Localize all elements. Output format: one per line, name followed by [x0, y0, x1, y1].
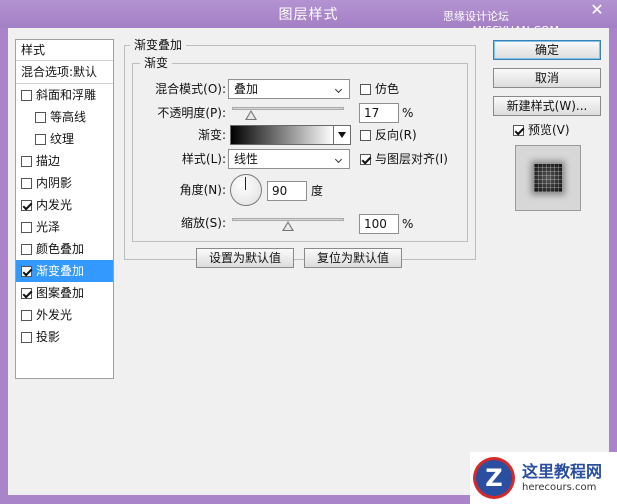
opacity-unit: %: [402, 106, 414, 120]
checkbox-icon[interactable]: [21, 200, 32, 211]
style-item[interactable]: 内发光: [16, 194, 113, 216]
angle-unit: 度: [311, 184, 324, 198]
checkbox-icon: [360, 130, 371, 141]
chevron-down-icon: [335, 150, 345, 168]
style-item-label: 纹理: [50, 132, 75, 146]
styles-list: 样式 混合选项:默认 斜面和浮雕等高线纹理描边内阴影内发光光泽颜色叠加渐变叠加图…: [15, 39, 114, 379]
checkbox-icon: [360, 154, 371, 165]
preview-image: [534, 164, 562, 192]
checkbox-icon[interactable]: [21, 310, 32, 321]
blend-mode-value: 叠加: [234, 82, 259, 96]
checkbox-icon[interactable]: [35, 112, 46, 123]
gradient-subgroup-title: 渐变: [140, 56, 173, 70]
checkbox-icon[interactable]: [21, 222, 32, 233]
align-with-layer-label: 与图层对齐(I): [375, 152, 448, 166]
style-value: 线性: [234, 152, 259, 166]
gradient-label: 渐变:: [197, 128, 226, 142]
style-item-label: 斜面和浮雕: [36, 88, 97, 102]
site-logo: Z 这里教程网 herecours.com: [470, 452, 617, 504]
style-item-label: 光泽: [36, 220, 61, 234]
make-default-button[interactable]: 设置为默认值: [196, 248, 294, 268]
style-item[interactable]: 投影: [16, 326, 113, 348]
style-item[interactable]: 渐变叠加: [16, 260, 113, 282]
gradient-preview-swatch[interactable]: [230, 125, 334, 145]
angle-label: 角度(N):: [179, 183, 226, 197]
reverse-label: 反向(R): [375, 128, 417, 142]
logo-name: 这里教程网: [522, 462, 603, 481]
checkbox-icon[interactable]: [21, 266, 32, 277]
checkbox-icon[interactable]: [21, 90, 32, 101]
checkbox-icon: [360, 84, 371, 95]
checkbox-icon[interactable]: [35, 134, 46, 145]
style-preview-thumbnail: [515, 145, 581, 211]
checkbox-icon: [513, 125, 524, 136]
opacity-label: 不透明度(P):: [157, 106, 226, 120]
blend-options-item[interactable]: 混合选项:默认: [16, 61, 113, 84]
styles-header[interactable]: 样式: [16, 40, 113, 61]
style-label: 样式(L):: [181, 152, 226, 166]
style-item-label: 描边: [36, 154, 61, 168]
dither-checkbox[interactable]: 仿色: [360, 79, 399, 99]
style-item-label: 外发光: [36, 308, 73, 322]
style-item-label: 渐变叠加: [36, 264, 85, 278]
opacity-slider-thumb[interactable]: [245, 110, 258, 120]
style-item-label: 内发光: [36, 198, 73, 212]
blend-mode-select[interactable]: 叠加: [228, 79, 350, 99]
checkbox-icon[interactable]: [21, 156, 32, 167]
align-with-layer-checkbox[interactable]: 与图层对齐(I): [360, 149, 448, 169]
cancel-button[interactable]: 取消: [493, 68, 601, 88]
logo-mark: Z: [476, 460, 512, 496]
style-item[interactable]: 斜面和浮雕: [16, 84, 113, 106]
new-style-button[interactable]: 新建样式(W)...: [493, 96, 601, 116]
title-bar[interactable]: 图层样式 思缘设计论坛 www.MISSYUAN.COM ✕: [0, 0, 617, 37]
angle-input[interactable]: 90: [267, 181, 307, 201]
close-icon[interactable]: ✕: [586, 0, 608, 20]
scale-label: 缩放(S):: [180, 216, 226, 230]
logo-url: herecours.com: [522, 482, 597, 493]
reverse-checkbox[interactable]: 反向(R): [360, 125, 417, 145]
style-item[interactable]: 等高线: [16, 106, 113, 128]
style-item[interactable]: 外发光: [16, 304, 113, 326]
blend-mode-label: 混合模式(O):: [155, 82, 226, 96]
chevron-down-icon: [335, 80, 345, 98]
style-item-label: 内阴影: [36, 176, 73, 190]
style-item-label: 投影: [36, 330, 61, 344]
gradient-overlay-title: 渐变叠加: [130, 38, 187, 52]
style-item[interactable]: 内阴影: [16, 172, 113, 194]
style-item[interactable]: 描边: [16, 150, 113, 172]
style-item[interactable]: 图案叠加: [16, 282, 113, 304]
scale-unit: %: [402, 217, 414, 231]
ok-button[interactable]: 确定: [493, 40, 601, 60]
dither-label: 仿色: [375, 82, 400, 96]
style-item-label: 颜色叠加: [36, 242, 85, 256]
checkbox-icon[interactable]: [21, 178, 32, 189]
style-item[interactable]: 光泽: [16, 216, 113, 238]
dialog-body: 样式 混合选项:默认 斜面和浮雕 等高线 纹理 描边 内阴影 内发光 光泽 颜色叠加 渐变叠加图…: [8, 28, 609, 495]
reset-default-button[interactable]: 复位为默认值: [304, 248, 402, 268]
checkbox-icon[interactable]: [21, 288, 32, 299]
style-item[interactable]: 颜色叠加: [16, 238, 113, 260]
opacity-input[interactable]: 17: [359, 103, 399, 123]
preview-label: 预览(V): [528, 123, 570, 137]
scale-input[interactable]: 100: [359, 214, 399, 234]
style-item-label: 图案叠加: [36, 286, 85, 300]
style-item[interactable]: 纹理: [16, 128, 113, 150]
scale-slider-thumb[interactable]: [282, 221, 294, 231]
gradient-dropdown-icon[interactable]: [333, 125, 351, 145]
preview-checkbox[interactable]: 预览(V): [513, 120, 570, 140]
checkbox-icon[interactable]: [21, 332, 32, 343]
checkbox-icon[interactable]: [21, 244, 32, 255]
style-select[interactable]: 线性: [228, 149, 350, 169]
angle-dial[interactable]: [230, 174, 262, 206]
style-item-label: 等高线: [50, 110, 87, 124]
